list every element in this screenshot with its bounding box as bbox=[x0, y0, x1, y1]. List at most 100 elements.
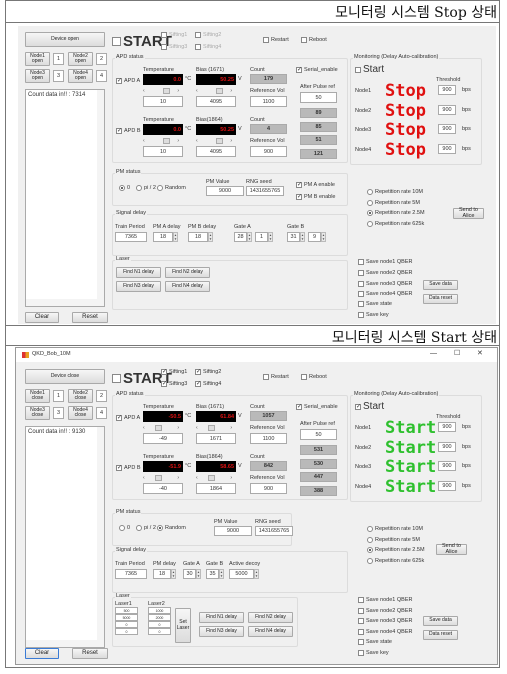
minimize-icon[interactable]: — bbox=[430, 350, 437, 357]
node1-id-field[interactable]: 1 bbox=[53, 390, 64, 402]
radio-indicator[interactable] bbox=[367, 537, 373, 543]
checkbox-indicator[interactable] bbox=[358, 597, 364, 603]
signal-delay-field[interactable]: 18 bbox=[188, 232, 208, 242]
checkbox-indicator[interactable]: ✓ bbox=[116, 415, 122, 421]
set-laser-button[interactable]: Set Laser bbox=[175, 608, 191, 643]
threshold-field[interactable]: 900 bbox=[438, 85, 456, 95]
checkbox-indicator[interactable]: ✓ bbox=[195, 381, 201, 387]
checkbox-indicator[interactable]: ✓ bbox=[296, 194, 302, 200]
slider-thumb[interactable] bbox=[208, 475, 215, 481]
checkbox-indicator[interactable]: ✓ bbox=[161, 381, 167, 387]
reference-vol-field[interactable]: 1100 bbox=[250, 96, 287, 107]
temperature-slider[interactable]: ‹ › bbox=[143, 138, 179, 144]
spinner[interactable]: ▲ ▼ bbox=[268, 232, 273, 242]
signal-delay-field[interactable]: 18 bbox=[153, 232, 173, 242]
pm-b-enable-checkbox[interactable]: ✓ PM B enable bbox=[296, 194, 336, 200]
find-n1-delay-button[interactable]: Find N1 delay bbox=[116, 267, 161, 278]
checkbox-indicator[interactable] bbox=[161, 32, 167, 38]
checkbox-indicator[interactable] bbox=[358, 650, 364, 656]
arrow-right-icon[interactable]: › bbox=[230, 138, 232, 144]
repetition-rate-radio[interactable]: Repetition rate 625k bbox=[367, 558, 424, 564]
temperature-setpoint-field[interactable]: 10 bbox=[143, 96, 183, 107]
threshold-field[interactable]: 900 bbox=[438, 461, 456, 471]
arrow-right-icon[interactable]: › bbox=[230, 88, 232, 94]
node1-id-field[interactable]: 1 bbox=[53, 53, 64, 65]
save-data-button[interactable]: Save data bbox=[423, 280, 458, 290]
checkbox-indicator[interactable] bbox=[195, 44, 201, 50]
save-option-checkbox[interactable]: Save node4 QBER bbox=[358, 629, 412, 635]
checkbox-indicator[interactable] bbox=[358, 618, 364, 624]
save-data-button[interactable]: Save data bbox=[423, 616, 458, 626]
restart-checkbox[interactable]: Restart bbox=[263, 37, 289, 43]
save-option-checkbox[interactable]: Save key bbox=[358, 312, 389, 318]
laser1-field[interactable]: 0 bbox=[115, 628, 138, 635]
count-log-list[interactable]: Count data in!! : 7314 bbox=[25, 89, 105, 307]
reference-vol-field[interactable]: 900 bbox=[250, 146, 287, 157]
checkbox-indicator[interactable]: ✓ bbox=[296, 182, 302, 188]
radio-indicator[interactable] bbox=[157, 525, 163, 531]
apd-b-checkbox[interactable]: ✓ APD B bbox=[116, 465, 141, 471]
device-button[interactable]: Device close bbox=[25, 369, 105, 384]
reboot-checkbox[interactable]: Reboot bbox=[301, 37, 327, 43]
save-option-checkbox[interactable]: Save node2 QBER bbox=[358, 608, 412, 614]
slider-thumb[interactable] bbox=[216, 138, 223, 144]
serial-enable-checkbox[interactable]: ✓ Serial_enable bbox=[296, 404, 338, 410]
reference-vol-field[interactable]: 1100 bbox=[250, 433, 287, 444]
spinner[interactable]: ▲ ▼ bbox=[196, 569, 201, 579]
temperature-setpoint-field[interactable]: -40 bbox=[143, 483, 183, 494]
radio-indicator[interactable] bbox=[367, 221, 373, 227]
find-n2-delay-button[interactable]: Find N2 delay bbox=[248, 612, 293, 623]
slider-thumb[interactable] bbox=[155, 425, 162, 431]
pm-value-field[interactable]: 9000 bbox=[206, 186, 244, 196]
signal-delay-field[interactable]: 9 bbox=[308, 232, 321, 242]
repetition-rate-radio[interactable]: Repetition rate 2.5M bbox=[367, 210, 425, 216]
send-to-alice-button[interactable]: Send to Alice bbox=[436, 543, 467, 555]
sifting2-checkbox[interactable]: ✓ Sifting2 bbox=[195, 369, 221, 375]
signal-delay-field[interactable]: 30 bbox=[183, 569, 196, 579]
checkbox-indicator[interactable] bbox=[263, 37, 269, 43]
signal-delay-field[interactable]: 7365 bbox=[115, 232, 147, 242]
threshold-field[interactable]: 900 bbox=[438, 480, 456, 491]
slider-thumb[interactable] bbox=[163, 88, 170, 94]
send-to-alice-button[interactable]: Send to Alice bbox=[453, 207, 484, 219]
close-icon[interactable]: ✕ bbox=[477, 349, 483, 357]
radio-indicator[interactable] bbox=[367, 526, 373, 532]
save-option-checkbox[interactable]: Save node1 QBER bbox=[358, 259, 412, 265]
node1-button[interactable]: Node1 open bbox=[25, 52, 50, 66]
sifting1-checkbox[interactable]: Sifting1 bbox=[161, 32, 187, 38]
arrow-right-icon[interactable]: › bbox=[177, 425, 179, 431]
node4-id-field[interactable]: 4 bbox=[96, 407, 107, 419]
arrow-left-icon[interactable]: ‹ bbox=[196, 138, 198, 144]
checkbox-indicator[interactable] bbox=[358, 608, 364, 614]
arrow-left-icon[interactable]: ‹ bbox=[143, 88, 145, 94]
maximize-icon[interactable]: ☐ bbox=[454, 349, 460, 357]
sifting3-checkbox[interactable]: ✓ Sifting3 bbox=[161, 381, 187, 387]
save-option-checkbox[interactable]: Save node3 QBER bbox=[358, 618, 412, 624]
radio-indicator[interactable] bbox=[136, 185, 142, 191]
sifting1-checkbox[interactable]: ✓ Sifting1 bbox=[161, 369, 187, 375]
node4-button[interactable]: Node4 open bbox=[68, 69, 93, 83]
node2-id-field[interactable]: 2 bbox=[96, 53, 107, 65]
checkbox-indicator[interactable]: ✓ bbox=[296, 404, 302, 410]
rng-seed-field[interactable]: 1431655765 bbox=[255, 526, 293, 536]
checkbox-indicator[interactable]: ✓ bbox=[161, 369, 167, 375]
laser1-field[interactable]: 0 bbox=[115, 621, 138, 628]
find-n4-delay-button[interactable]: Find N4 delay bbox=[248, 626, 293, 637]
spinner[interactable]: ▲ ▼ bbox=[321, 232, 326, 242]
save-option-checkbox[interactable]: Save node4 QBER bbox=[358, 291, 412, 297]
clear-button[interactable]: Clear bbox=[25, 648, 59, 659]
slider-thumb[interactable] bbox=[208, 425, 215, 431]
restart-checkbox[interactable]: Restart bbox=[263, 374, 289, 380]
slider-thumb[interactable] bbox=[155, 475, 162, 481]
radio-indicator[interactable] bbox=[367, 547, 373, 553]
checkbox-indicator[interactable] bbox=[358, 291, 364, 297]
count-log-list[interactable]: Count data in!! : 9130 bbox=[25, 426, 105, 648]
node3-id-field[interactable]: 3 bbox=[53, 407, 64, 419]
arrow-left-icon[interactable]: ‹ bbox=[143, 138, 145, 144]
checkbox-indicator[interactable] bbox=[195, 32, 201, 38]
node2-id-field[interactable]: 2 bbox=[96, 390, 107, 402]
sifting2-checkbox[interactable]: Sifting2 bbox=[195, 32, 221, 38]
checkbox-indicator[interactable] bbox=[358, 259, 364, 265]
signal-delay-field[interactable]: 7365 bbox=[115, 569, 147, 579]
laser2-field[interactable]: 1000 bbox=[148, 607, 171, 614]
